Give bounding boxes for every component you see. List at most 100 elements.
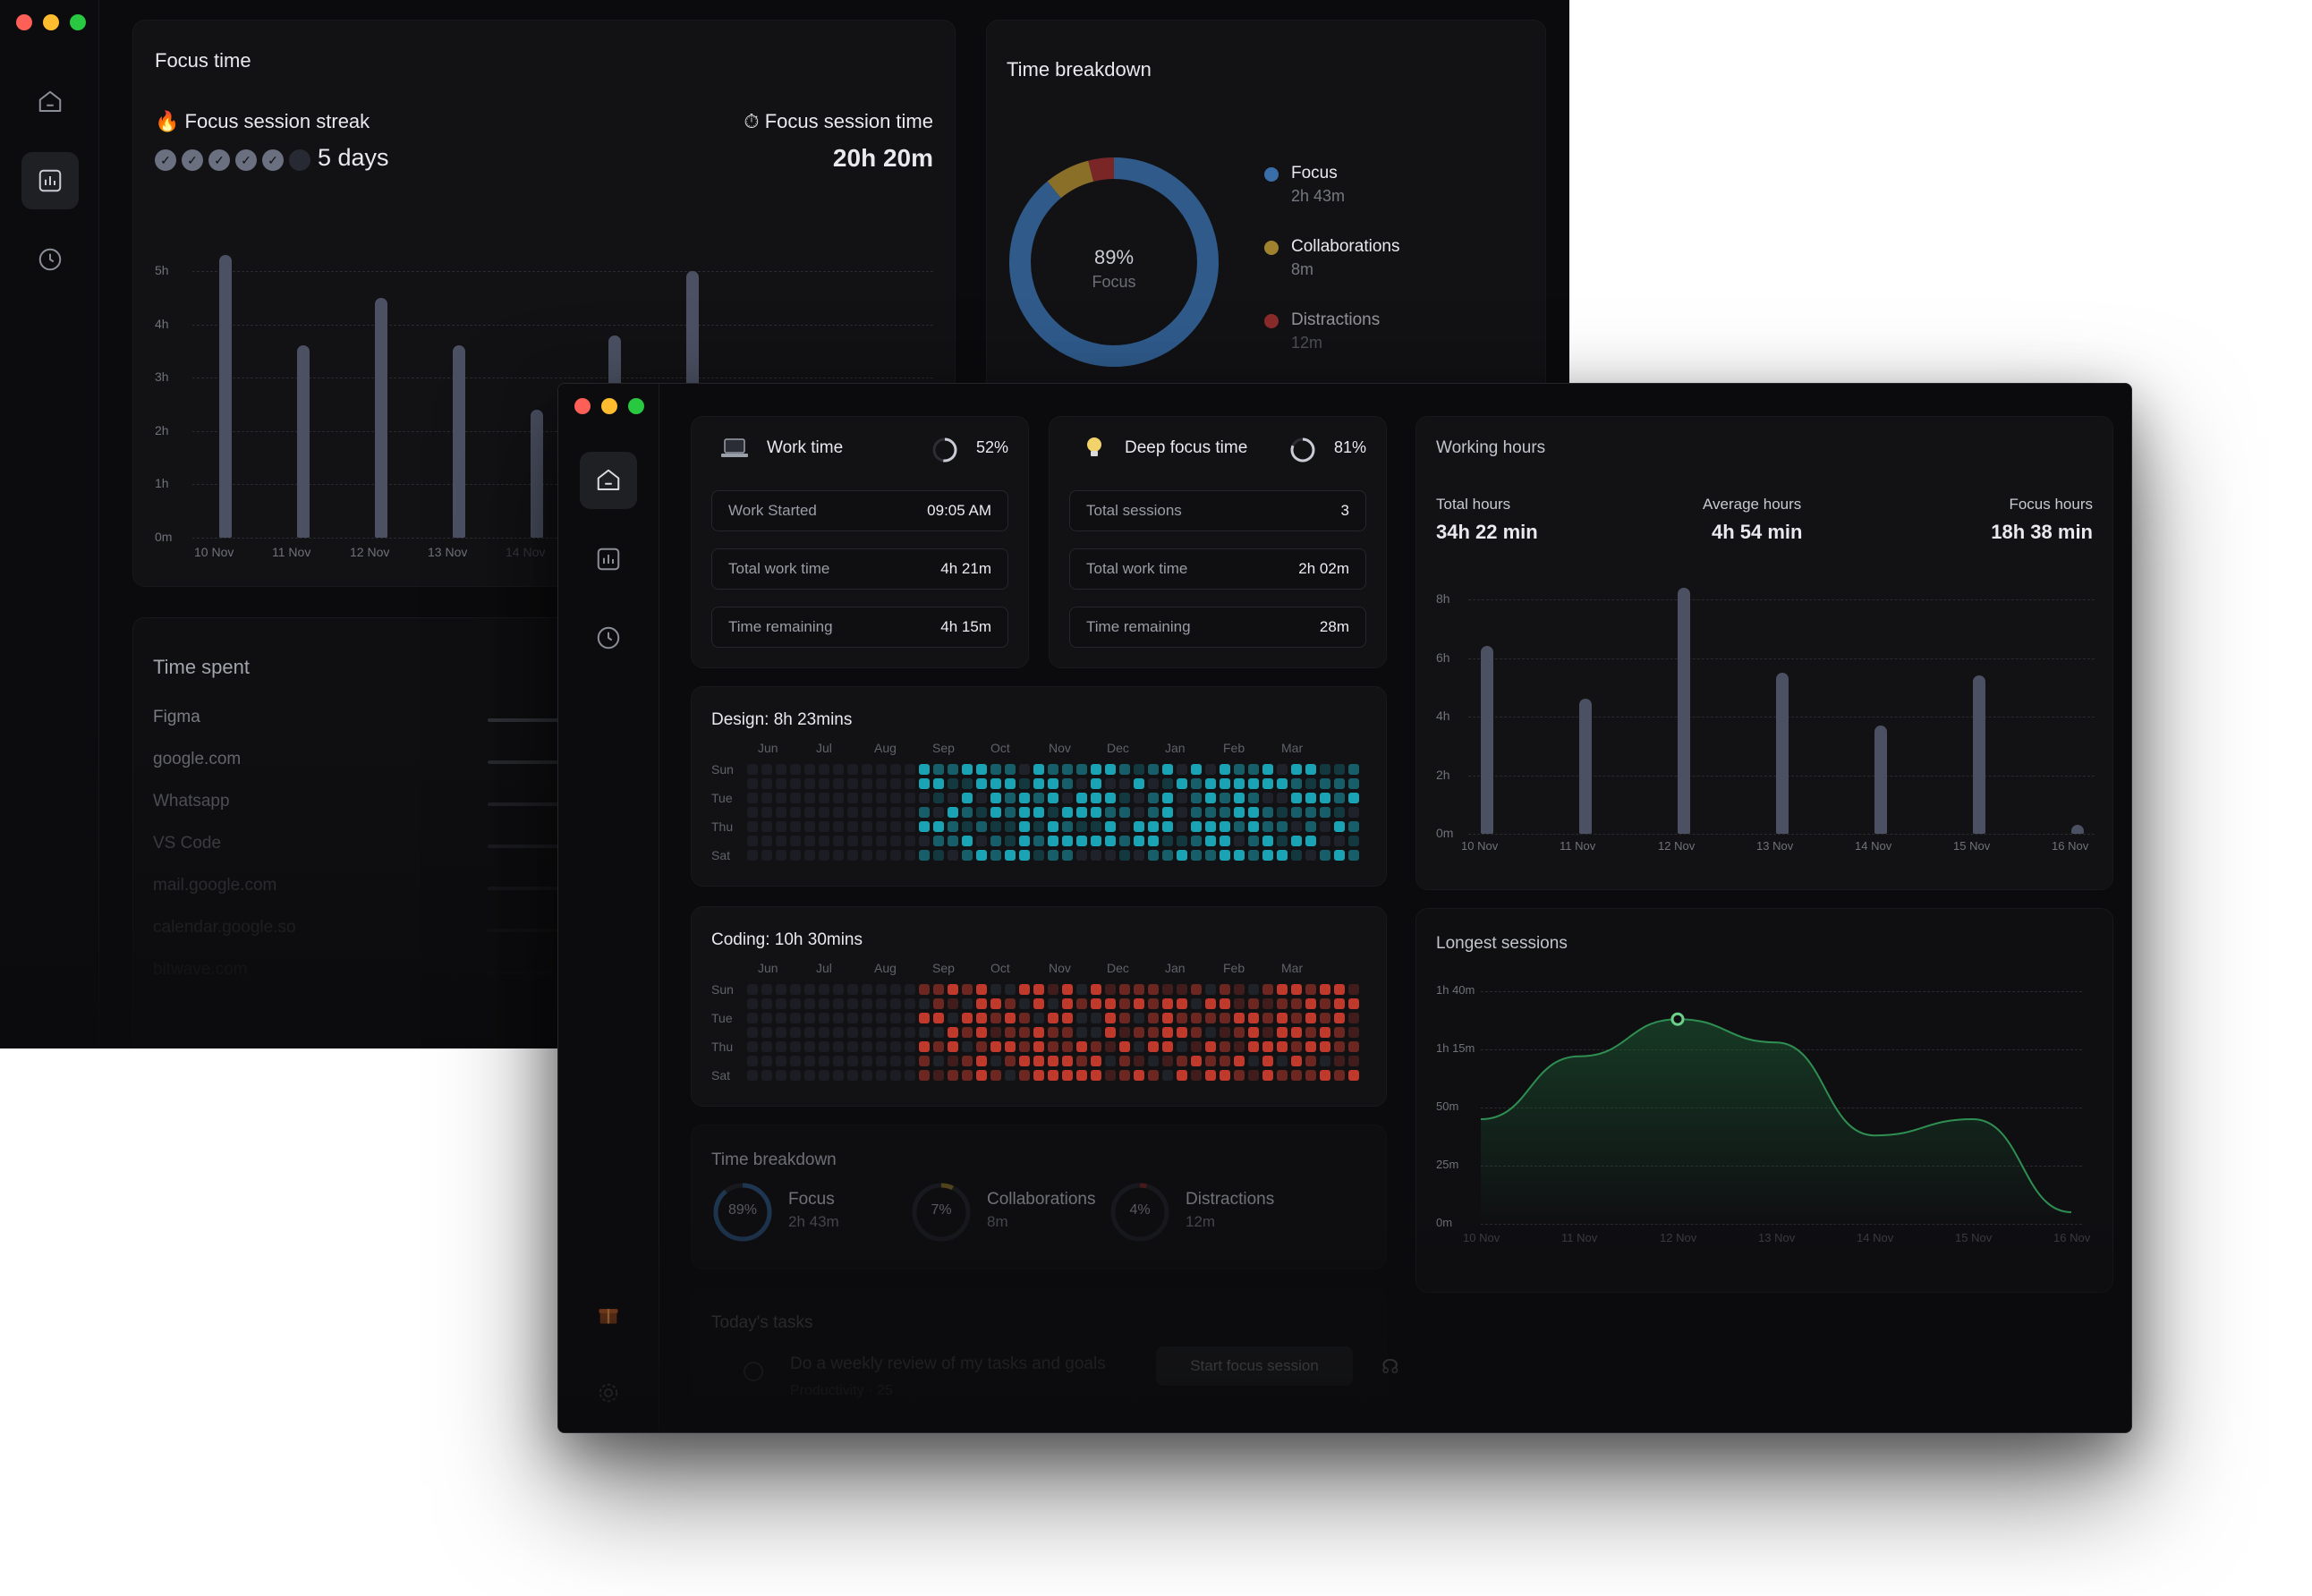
close-button[interactable] [16, 14, 32, 30]
heatmap-cell [1091, 850, 1101, 861]
gridline [192, 324, 933, 326]
heatmap-cell [905, 764, 915, 775]
gridline [1468, 834, 2095, 835]
heatmap-cell [990, 778, 1001, 789]
heatmap-cell [1248, 1056, 1259, 1066]
heatmap-cell [1105, 1056, 1116, 1066]
heatmap-cell [962, 1041, 973, 1052]
heatmap-cell [847, 807, 858, 818]
heatmap-cell [976, 1013, 987, 1023]
maximize-button[interactable] [70, 14, 86, 30]
heatmap-cell [1191, 850, 1202, 861]
heatmap-cell [1062, 850, 1073, 861]
heatmap-cell [990, 1013, 1001, 1023]
heatmap-cell [1277, 778, 1288, 789]
heatmap-cell [1220, 778, 1230, 789]
x-tick-label: 14 Nov [1855, 839, 1892, 853]
heatmap-cell [976, 764, 987, 775]
nav-gift[interactable] [580, 1286, 637, 1343]
heatmap-cell [1348, 807, 1359, 818]
heatmap-cell [761, 1056, 772, 1066]
heatmap-cell [1148, 1013, 1159, 1023]
ring-value: 12m [1186, 1213, 1216, 1230]
heatmap-cell [1305, 807, 1316, 818]
heatmap-cell [776, 1070, 786, 1081]
task-title[interactable]: Do a weekly review of my tasks and goals [790, 1354, 1106, 1374]
nav-home[interactable] [21, 73, 79, 131]
nav-home[interactable] [580, 452, 637, 509]
heatmap-cell [990, 1041, 1001, 1052]
heatmap-cell [1177, 764, 1187, 775]
streak-check-icon: ✓ [155, 149, 176, 171]
heatmap-cell [747, 836, 758, 846]
heatmap-cell [833, 850, 844, 861]
heatmap-cell [919, 1013, 930, 1023]
app-name: calendar.google.so [153, 918, 296, 937]
nav-stats[interactable] [21, 152, 79, 209]
peak-point[interactable] [1670, 1012, 1685, 1026]
heatmap-cell [1005, 836, 1016, 846]
heatmap-cell [790, 821, 801, 832]
time-breakdown-card: Time breakdown 89% Focus 2h 43m 7% Collabora… [691, 1125, 1387, 1269]
heatmap-cell [847, 821, 858, 832]
heatmap-cell [1305, 793, 1316, 803]
heatmap-cell [1205, 1013, 1216, 1023]
heatmap-cell [1348, 998, 1359, 1009]
month-label: Nov [1049, 961, 1071, 975]
heatmap-cell [862, 850, 872, 861]
card-title: Work time [767, 438, 844, 457]
maximize-button[interactable] [628, 398, 644, 414]
heatmap-cell [1048, 1041, 1058, 1052]
heatmap-cell [1348, 850, 1359, 861]
start-focus-button[interactable]: Start focus session [1156, 1346, 1353, 1386]
heatmap-cell [1291, 850, 1302, 861]
heatmap-cell [1076, 850, 1087, 861]
heatmap-cell [862, 764, 872, 775]
heatmap-cell [1220, 1013, 1230, 1023]
streak-label-row: 🔥 Focus session streak [155, 110, 370, 133]
heatmap-cell [905, 984, 915, 995]
card-title: Working hours [1436, 438, 1546, 457]
heatmap-cell [1262, 793, 1273, 803]
card-title: Today's tasks [711, 1313, 813, 1332]
legend-value: 2h 43m [1291, 187, 1346, 205]
task-checkbox[interactable] [744, 1362, 763, 1381]
heatmap-cell [976, 1027, 987, 1038]
heatmap-cell [905, 778, 915, 789]
bar [531, 409, 543, 538]
heatmap-cell [1205, 1056, 1216, 1066]
heatmap-cell [776, 1056, 786, 1066]
heatmap-cell [1248, 1070, 1259, 1081]
y-tick-label: 6h [1436, 649, 1450, 665]
heatmap-cell [1134, 1027, 1144, 1038]
heatmap-cell [1162, 1056, 1173, 1066]
nav-settings[interactable] [580, 1364, 637, 1422]
heatmap-cell [833, 793, 844, 803]
minimize-button[interactable] [43, 14, 59, 30]
close-button[interactable] [574, 398, 591, 414]
heatmap-cell [1262, 1013, 1273, 1023]
nav-history[interactable] [21, 231, 79, 288]
heatmap-cell [1148, 821, 1159, 832]
minimize-button[interactable] [601, 398, 617, 414]
chart-icon [597, 548, 620, 571]
legend-dot [1264, 167, 1279, 182]
heatmap-cell [876, 1013, 887, 1023]
heatmap-cell [1148, 1027, 1159, 1038]
heatmap-cell [1277, 1027, 1288, 1038]
heatmap-cell [1048, 1056, 1058, 1066]
heatmap-cell [1220, 807, 1230, 818]
headphones-icon[interactable]: ☊ [1381, 1355, 1399, 1379]
heatmap-cell [1177, 793, 1187, 803]
heatmap-cell [962, 836, 973, 846]
heatmap-cell [1305, 1070, 1316, 1081]
nav-stats[interactable] [580, 531, 637, 588]
heatmap-cell [747, 998, 758, 1009]
heatmap-cell [1291, 778, 1302, 789]
heatmap-cell [933, 998, 944, 1009]
heatmap-cell [1205, 793, 1216, 803]
heatmap-cell [1076, 1027, 1087, 1038]
heatmap-cell [890, 984, 901, 995]
nav-history[interactable] [580, 609, 637, 666]
heatmap-cell [1091, 821, 1101, 832]
